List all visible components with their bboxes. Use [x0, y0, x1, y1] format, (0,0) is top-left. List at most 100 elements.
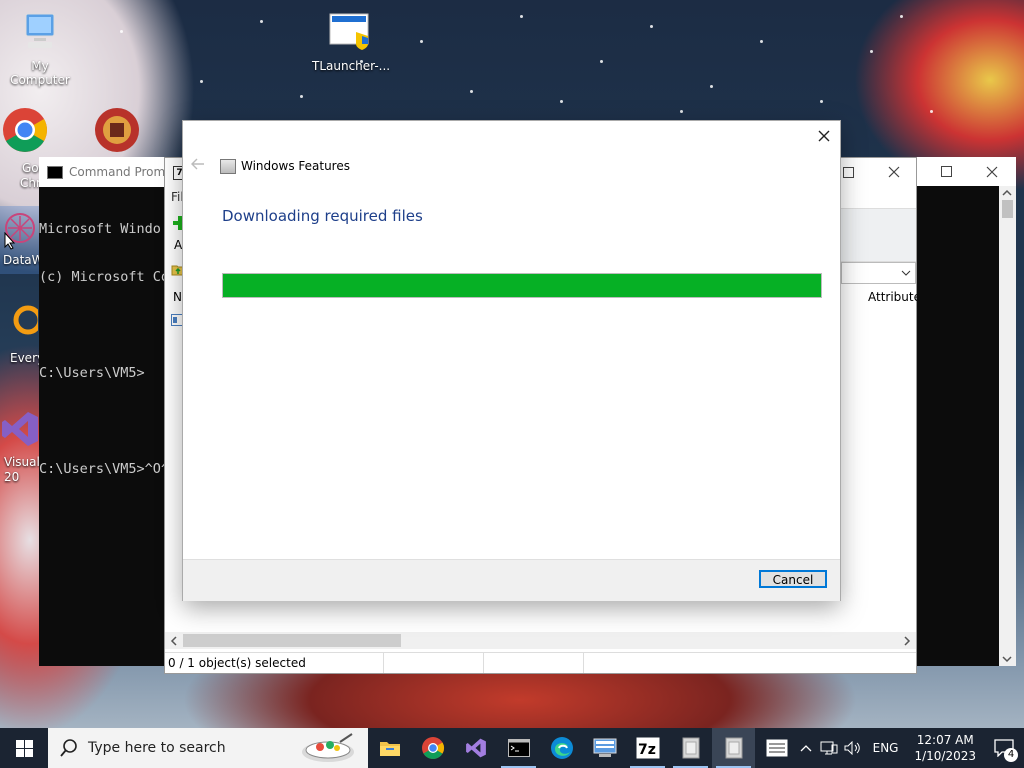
speaker-icon [844, 741, 860, 755]
windows-features-dialog[interactable]: Windows Features Downloading required fi… [183, 121, 840, 601]
network-icon [820, 741, 838, 755]
windows-logo-icon [15, 739, 33, 757]
scroll-down-icon[interactable] [1002, 655, 1012, 663]
chrome-icon [421, 737, 444, 759]
dialog-close-button[interactable] [808, 121, 840, 151]
visual-studio-icon [0, 410, 40, 451]
close-icon [888, 166, 900, 178]
clock-date: 1/10/2023 [914, 749, 976, 763]
network-tray-button[interactable] [817, 741, 841, 755]
taskbar-chrome[interactable] [411, 728, 454, 768]
desktop-icon-label: My Computer [10, 59, 70, 87]
visual-studio-icon [465, 738, 486, 758]
desktop-icon-everything[interactable]: Every [0, 304, 45, 365]
dialog-heading: Downloading required files [222, 207, 423, 225]
desktop-icon-google-chrome[interactable]: Goo Chro [1, 106, 48, 191]
input-language-indicator[interactable]: ENG [873, 741, 899, 755]
desktop-icon-my-computer[interactable]: My Computer [2, 10, 78, 87]
close-button[interactable] [969, 157, 1015, 186]
taskbar: Type here to search 7z ENG 12:07 AM 1/10… [0, 728, 1024, 768]
volume-tray-button[interactable] [841, 741, 865, 755]
horizontal-scrollbar[interactable] [165, 632, 916, 649]
start-button[interactable] [0, 728, 48, 768]
desktop-icon-visual-studio[interactable]: Visual 20 [0, 410, 40, 485]
scroll-right-icon[interactable] [903, 636, 911, 646]
list-window-icon [766, 739, 787, 757]
desktop-icon-label: Visual 20 [4, 455, 40, 484]
maximize-icon [940, 166, 952, 177]
taskbar-search-box[interactable]: Type here to search [48, 728, 368, 768]
computer-icon [2, 10, 78, 55]
search-highlight-icon [302, 733, 354, 762]
windows-features-icon [682, 737, 699, 759]
search-icon [60, 739, 77, 757]
show-hidden-icons-button[interactable] [795, 744, 817, 752]
taskbar-task-app[interactable] [755, 728, 798, 768]
scrollbar-thumb[interactable] [1002, 200, 1013, 218]
dialog-title: Windows Features [241, 159, 350, 173]
taskbar-7zip[interactable]: 7z [626, 728, 669, 768]
taskbar-command-prompt[interactable] [497, 728, 540, 768]
desktop-icon-label: Every [10, 351, 45, 365]
status-bar: 0 / 1 object(s) selected [165, 652, 916, 673]
scroll-left-icon[interactable] [170, 636, 178, 646]
sevenzip-icon: 7z [636, 737, 659, 759]
cancel-button[interactable]: Cancel [759, 570, 827, 588]
address-dropdown[interactable] [841, 262, 916, 284]
console-line: C:\Users\VM5> [39, 365, 145, 381]
back-arrow-icon[interactable] [191, 155, 205, 174]
system-tray: ENG 12:07 AM 1/10/2023 4 [795, 728, 1024, 768]
app-badge-icon [94, 107, 140, 156]
command-prompt-window[interactable]: Command Promp Microsoft Windo (c) Micros… [39, 157, 179, 666]
console-icon [507, 739, 530, 757]
maximize-button[interactable] [923, 157, 969, 186]
menu-file[interactable]: Fil [171, 190, 184, 204]
console-output[interactable]: Microsoft Windo (c) Microsoft Co C:\User… [39, 187, 179, 509]
taskbar-windows-features-active[interactable] [712, 728, 755, 768]
maximize-icon [842, 166, 854, 178]
taskbar-file-explorer[interactable] [368, 728, 411, 768]
svg-text:7z: 7z [638, 742, 656, 758]
desktop-icon-app[interactable] [94, 107, 140, 160]
close-button[interactable] [871, 158, 917, 186]
scrollbar-thumb[interactable] [183, 634, 401, 647]
desktop-icon-label: TLauncher-... [312, 59, 391, 73]
scroll-up-icon[interactable] [1002, 189, 1012, 197]
windows-features-icon [725, 737, 742, 759]
console-window-right[interactable] [917, 157, 1016, 666]
search-placeholder: Type here to search [88, 740, 226, 756]
toolbar-add-label: A [174, 238, 183, 252]
network-app-icon [593, 738, 616, 757]
window-title: Command Promp [69, 165, 173, 179]
status-selected-count: 0 / 1 object(s) selected [168, 656, 306, 670]
tlauncher-icon [312, 12, 388, 55]
close-icon [818, 130, 830, 142]
toolbar-area [841, 208, 916, 262]
taskbar-windows-features[interactable] [669, 728, 712, 768]
edge-icon [550, 737, 573, 759]
column-header-attributes[interactable]: Attribute [868, 290, 921, 304]
clock-time: 12:07 AM [916, 733, 974, 747]
command-prompt-titlebar[interactable]: Command Promp [39, 157, 179, 187]
close-icon [986, 166, 998, 177]
progress-fill [223, 274, 821, 297]
dialog-footer: Cancel [183, 559, 840, 601]
windows-features-icon [220, 159, 236, 174]
taskbar-visual-studio[interactable] [454, 728, 497, 768]
everything-icon [0, 304, 43, 347]
console-line: Microsoft Windo [39, 221, 161, 237]
notification-count-badge: 4 [1004, 748, 1018, 762]
notification-center-button[interactable]: 4 [984, 728, 1024, 768]
taskbar-network-app[interactable] [583, 728, 626, 768]
console-right-titlebar[interactable] [917, 157, 1016, 186]
folder-icon [379, 742, 400, 756]
taskbar-edge[interactable] [540, 728, 583, 768]
vertical-scrollbar[interactable] [999, 186, 1016, 666]
console-line: C:\Users\VM5>^O^ [39, 461, 170, 477]
clock-button[interactable]: 12:07 AM 1/10/2023 [914, 732, 976, 764]
console-line: (c) Microsoft Co [39, 269, 170, 285]
desktop-icon-tlauncher[interactable]: TLauncher-... [312, 12, 391, 73]
console-icon [47, 165, 63, 179]
